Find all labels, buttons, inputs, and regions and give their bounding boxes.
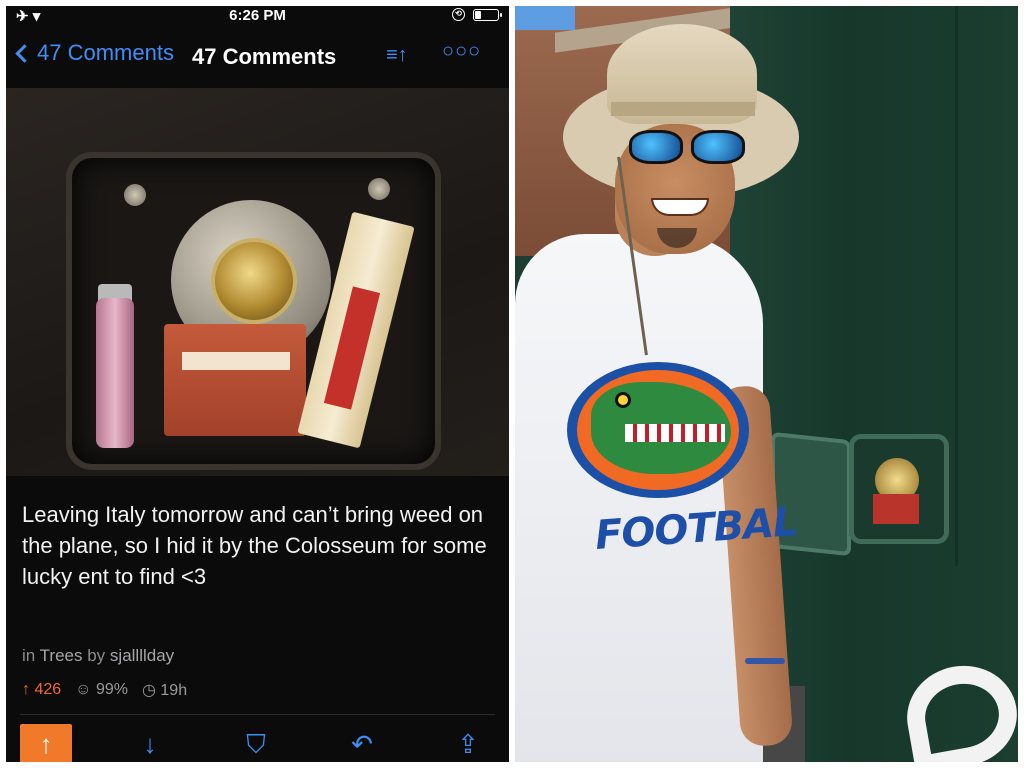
bookmark-button[interactable]: ⛉ [230, 724, 282, 762]
post-meta: in Trees by sjallllday [22, 646, 174, 666]
score: ↑ 426 [22, 681, 61, 699]
bolt [368, 178, 390, 200]
gator-logo-teeth [625, 424, 725, 442]
post-image[interactable] [6, 88, 509, 476]
post-age: ◷ 19h [142, 680, 187, 700]
post-stats: ↑ 426 ☺ 99% ◷ 19h [22, 680, 187, 700]
more-button[interactable]: ○○○ [442, 40, 481, 63]
sunglasses [621, 130, 751, 166]
meta-by: by [87, 646, 106, 665]
smiley-icon: ☺ [75, 681, 92, 698]
downvote-icon: ↓ [143, 729, 157, 759]
chevron-left-icon [15, 43, 34, 63]
post-toolbar: ↑ ↓ ⛉ ↶ ⇪ [6, 720, 509, 762]
status-time: 6:26 PM [229, 7, 286, 24]
divider [20, 714, 495, 715]
bag-label [182, 352, 290, 370]
back-label: 47 Comments [37, 40, 174, 65]
cannabis-bag [164, 324, 306, 436]
sort-icon: ≡↑ [386, 44, 408, 66]
reply-icon: ↶ [351, 729, 373, 759]
sort-button[interactable]: ≡↑ [386, 44, 408, 67]
lock-cylinder [211, 238, 297, 324]
hat-band [611, 102, 755, 116]
more-icon: ○○○ [442, 40, 482, 62]
downvote-button[interactable]: ↓ [124, 724, 176, 762]
meta-in: in [22, 646, 36, 665]
battery-icon [473, 8, 502, 21]
reply-button[interactable]: ↶ [336, 724, 388, 762]
phone-screenshot: ✈ ▾ 6:26 PM ⟲ 47 Comments 47 Comments ≡↑… [6, 6, 509, 762]
author-link[interactable]: sjallllday [110, 646, 174, 665]
person-photo: FOOTBAL [515, 6, 1018, 762]
wall-seam [955, 6, 958, 566]
subreddit-link[interactable]: Trees [40, 646, 83, 665]
clock-icon: ◷ [141, 682, 156, 699]
status-bar: ✈ ▾ 6:26 PM ⟲ [6, 6, 509, 26]
score-value: 426 [34, 681, 62, 698]
lighter [96, 298, 134, 448]
bracelet [745, 658, 785, 664]
share-icon: ⇪ [457, 729, 479, 759]
rotation-lock-icon: ⟲ [452, 8, 465, 21]
sky [515, 6, 575, 30]
bookmark-icon: ⛉ [246, 729, 266, 759]
upvote-icon: ↑ [39, 729, 53, 759]
share-button[interactable]: ⇪ [442, 724, 494, 762]
bolt [124, 184, 146, 206]
page-title: 47 Comments [192, 44, 337, 69]
smile [651, 198, 709, 216]
back-button[interactable]: 47 Comments [12, 40, 174, 66]
post-age-value: 19h [160, 682, 188, 699]
sunglasses-lens [691, 130, 745, 164]
status-right-icons: ⟲ [452, 8, 502, 21]
box-bag [873, 494, 919, 524]
arrow-up-icon: ↑ [22, 681, 30, 698]
sunglasses-lens [629, 130, 683, 164]
navigation-bar: 47 Comments 47 Comments ≡↑ ○○○ [6, 34, 509, 80]
gator-logo-eye [615, 392, 631, 408]
post-title[interactable]: Leaving Italy tomorrow and can’t bring w… [22, 499, 502, 592]
upvote-ratio: ☺ 99% [75, 681, 128, 699]
upvote-button[interactable]: ↑ [20, 724, 72, 762]
upvote-ratio-value: 99% [95, 681, 128, 698]
